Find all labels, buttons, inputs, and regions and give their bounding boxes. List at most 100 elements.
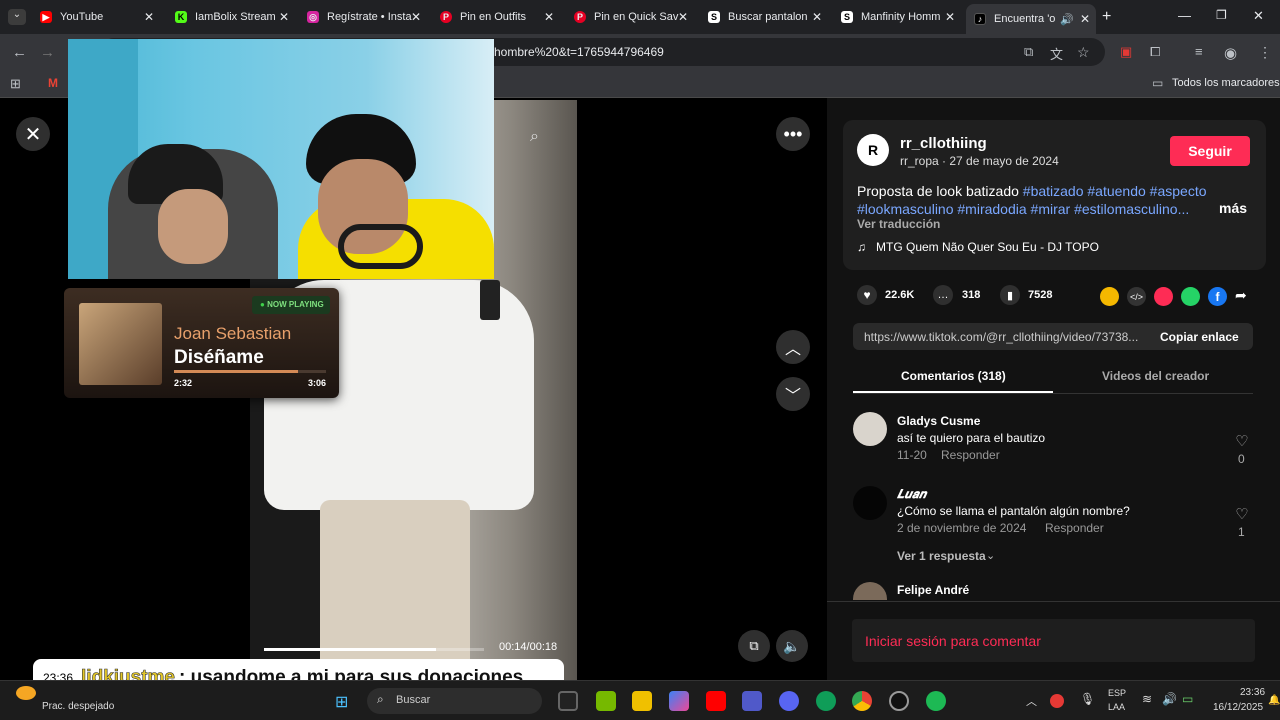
close-tab-icon[interactable]: ✕: [544, 10, 554, 24]
close-icon[interactable]: ✕: [16, 117, 50, 151]
language-code[interactable]: ESP: [1108, 688, 1126, 698]
comment-heart-icon[interactable]: ♡: [1232, 505, 1252, 523]
obs-icon[interactable]: [889, 691, 909, 711]
tab-manfinity[interactable]: S Manfinity Homm ✕: [833, 6, 961, 28]
caption-hashtags-2[interactable]: #lookmasculino #miradodia #mirar #estilo…: [857, 201, 1189, 217]
tray-chevron-icon[interactable]: ︿: [1026, 693, 1037, 709]
youtube-icon[interactable]: [706, 691, 726, 711]
discord-icon[interactable]: [779, 691, 799, 711]
more-link[interactable]: más: [1219, 200, 1247, 216]
spotify-icon[interactable]: [926, 691, 946, 711]
repost-icon[interactable]: [1100, 287, 1119, 306]
taskbar-search-field[interactable]: [367, 688, 542, 714]
like-heart-icon[interactable]: ♥: [857, 285, 877, 305]
extensions-puzzle-icon[interactable]: ⧠: [1150, 44, 1160, 60]
chrome-icon[interactable]: [852, 691, 872, 711]
comment-bubble-icon[interactable]: …: [933, 285, 953, 305]
facebook-icon[interactable]: f: [1208, 287, 1227, 306]
file-explorer-icon[interactable]: [632, 691, 652, 711]
tab-tiktok-active[interactable]: ♪ Encuentra 'o 🔊 ✕: [966, 4, 1096, 34]
audio-playing-icon[interactable]: 🔊: [1060, 13, 1074, 26]
tab-youtube[interactable]: ▶ YouTube ✕: [32, 6, 160, 28]
pip-icon[interactable]: ⧉: [738, 630, 770, 662]
forward-icon[interactable]: →: [40, 44, 55, 61]
microphone-icon[interactable]: 🎙: [1080, 692, 1095, 706]
bookmark-icon[interactable]: ▮: [1000, 285, 1020, 305]
comment-heart-icon[interactable]: ♡: [1232, 432, 1252, 450]
copy-link-button[interactable]: Copiar enlace: [1160, 330, 1239, 344]
tab-instagram[interactable]: ◎ Regístrate • Insta ✕: [299, 6, 427, 28]
maximize-icon[interactable]: ❐: [1216, 8, 1227, 22]
tab-comments[interactable]: Comentarios (318): [901, 369, 1006, 383]
chevron-up-icon[interactable]: ︿: [776, 330, 810, 364]
caption-hashtags[interactable]: #batizado #atuendo #aspecto: [1023, 183, 1207, 199]
tab-pinterest-quick[interactable]: P Pin en Quick Sav ✕: [566, 6, 694, 28]
close-tab-icon[interactable]: ✕: [411, 10, 421, 24]
close-tab-icon[interactable]: ✕: [279, 10, 289, 24]
speaker-icon[interactable]: 🔊: [1162, 692, 1177, 706]
profile-icon[interactable]: ◉: [1224, 44, 1237, 62]
weather-text[interactable]: Prac. despejado: [42, 701, 114, 712]
media-control-icon[interactable]: ≡: [1195, 44, 1203, 59]
tab-kick[interactable]: K IamBolix Stream ✕: [167, 6, 295, 28]
teams-icon[interactable]: [742, 691, 762, 711]
clock-time[interactable]: 23:36: [1240, 687, 1265, 698]
comment-user[interactable]: Gladys Cusme: [897, 414, 980, 428]
back-icon[interactable]: ←: [12, 44, 27, 61]
tab-buscar-pantalon[interactable]: S Buscar pantalon ✕: [700, 6, 828, 28]
follow-button[interactable]: Seguir: [1170, 136, 1250, 166]
close-tab-icon[interactable]: ✕: [945, 10, 955, 24]
edge-icon[interactable]: [816, 691, 836, 711]
windows-start-icon[interactable]: ⊞: [335, 692, 348, 712]
apps-grid-icon[interactable]: ⊞: [10, 76, 21, 92]
volume-icon[interactable]: 🔈: [776, 630, 808, 662]
post-link[interactable]: https://www.tiktok.com/@rr_cllothiing/vi…: [864, 330, 1146, 344]
cast-icon[interactable]: ⧉: [1024, 44, 1033, 60]
avatar[interactable]: [853, 486, 887, 520]
reply-button[interactable]: Responder: [1045, 521, 1104, 535]
close-tab-icon[interactable]: ✕: [812, 10, 822, 24]
extension-icon[interactable]: ▣: [1120, 44, 1132, 60]
reply-button[interactable]: Responder: [941, 448, 1000, 462]
tray-app-icon[interactable]: [1050, 694, 1064, 708]
comment-user[interactable]: Felipe André: [897, 583, 969, 597]
tab-creator-videos[interactable]: Videos del creador: [1102, 369, 1209, 383]
nvidia-icon[interactable]: [596, 691, 616, 711]
view-replies-link[interactable]: Ver 1 respuesta: [897, 549, 986, 563]
video-progress-track[interactable]: [264, 648, 484, 651]
notification-icon[interactable]: 🔔: [1268, 695, 1280, 706]
wifi-icon[interactable]: ≋: [1142, 692, 1152, 706]
task-view-icon[interactable]: [558, 691, 578, 711]
translate-icon[interactable]: 文: [1050, 44, 1063, 63]
close-tab-icon[interactable]: ✕: [144, 10, 154, 24]
comment-user[interactable]: 𝑳𝒖𝒂𝒏: [897, 487, 926, 502]
copilot-icon[interactable]: [669, 691, 689, 711]
close-tab-icon[interactable]: ✕: [678, 10, 688, 24]
close-window-icon[interactable]: ✕: [1253, 8, 1264, 24]
creator-username[interactable]: rr_cllothiing: [900, 135, 987, 152]
keyboard-layout[interactable]: LAA: [1108, 702, 1125, 712]
more-options-icon[interactable]: •••: [776, 117, 810, 151]
tab-pinterest-outfits[interactable]: P Pin en Outfits ✕: [432, 6, 560, 28]
send-icon[interactable]: [1154, 287, 1173, 306]
clock-date[interactable]: 16/12/2025: [1213, 702, 1263, 713]
gmail-icon[interactable]: M: [48, 76, 58, 90]
translate-link[interactable]: Ver traducción: [857, 217, 940, 231]
share-arrow-icon[interactable]: ➦: [1235, 287, 1247, 304]
battery-icon[interactable]: ▭: [1182, 692, 1193, 706]
close-tab-icon[interactable]: ✕: [1080, 12, 1090, 26]
whatsapp-icon[interactable]: [1181, 287, 1200, 306]
login-to-comment-button[interactable]: Iniciar sesión para comentar: [852, 619, 1255, 662]
tab-search-icon[interactable]: ⌄: [8, 9, 26, 25]
creator-avatar[interactable]: R: [857, 134, 889, 166]
chevron-down-icon[interactable]: ⌄: [986, 549, 995, 562]
menu-dots-icon[interactable]: ⋮: [1258, 44, 1272, 61]
avatar[interactable]: [853, 412, 887, 446]
chevron-down-icon[interactable]: ﹀: [776, 377, 810, 411]
new-tab-icon[interactable]: +: [1102, 8, 1111, 26]
search-icon[interactable]: ⌕: [530, 128, 539, 146]
all-bookmarks-link[interactable]: Todos los marcadores: [1172, 77, 1280, 89]
weather-icon[interactable]: [16, 686, 36, 700]
bookmark-star-icon[interactable]: ☆: [1077, 44, 1090, 61]
embed-code-icon[interactable]: </>: [1127, 287, 1146, 306]
